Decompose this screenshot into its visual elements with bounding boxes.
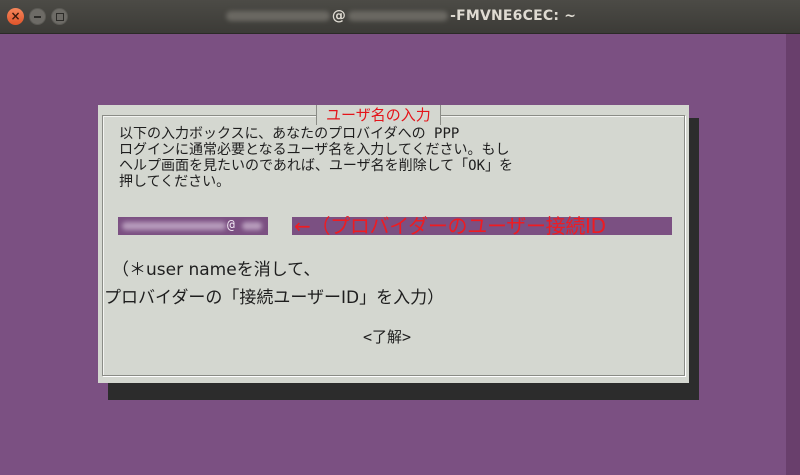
message-line: 押してください。 xyxy=(119,174,231,190)
blurred-hostname xyxy=(348,11,449,21)
title-at-sign: @ xyxy=(331,8,347,24)
message-line: ログインに通常必要となるユーザ名を入力してください。もし xyxy=(119,142,510,158)
instruction-note-line2: プロバイダーの「接続ユーザーID」を入力） xyxy=(104,288,445,308)
blurred-username xyxy=(225,11,330,21)
ok-button[interactable]: <了解> xyxy=(363,326,411,347)
title-suffix: -FMVNE6CEC: ~ xyxy=(450,8,577,24)
dialog-message: 以下の入力ボックスに、あなたのプロバイダへの PPP ログインに通常必要となるユー… xyxy=(119,126,679,190)
message-line: 以下の入力ボックスに、あなたのプロバイダへの PPP xyxy=(119,126,460,142)
window-title-bar: × @ -FMVNE6CEC: ~ xyxy=(0,0,800,34)
blurred-input-domain xyxy=(242,222,262,230)
instruction-note-line1: （＊user nameを消して、 xyxy=(112,260,321,280)
input-at-sign: @ xyxy=(227,218,235,233)
username-input[interactable]: @ xyxy=(118,217,268,235)
annotation-arrow-text: ←（プロバイダーのユーザー接続ID xyxy=(294,214,606,238)
terminal-scroll-edge xyxy=(786,34,800,475)
username-dialog: ユーザ名の入力 以下の入力ボックスに、あなたのプロバイダへの PPP ログインに通… xyxy=(98,105,689,383)
dialog-title: ユーザ名の入力 xyxy=(316,105,441,125)
message-line: ヘルプ画面を見たいのであれば、ユーザ名を削除して「OK」を xyxy=(119,158,514,174)
blurred-input-user xyxy=(122,222,226,230)
window-title: @ -FMVNE6CEC: ~ xyxy=(0,8,800,24)
